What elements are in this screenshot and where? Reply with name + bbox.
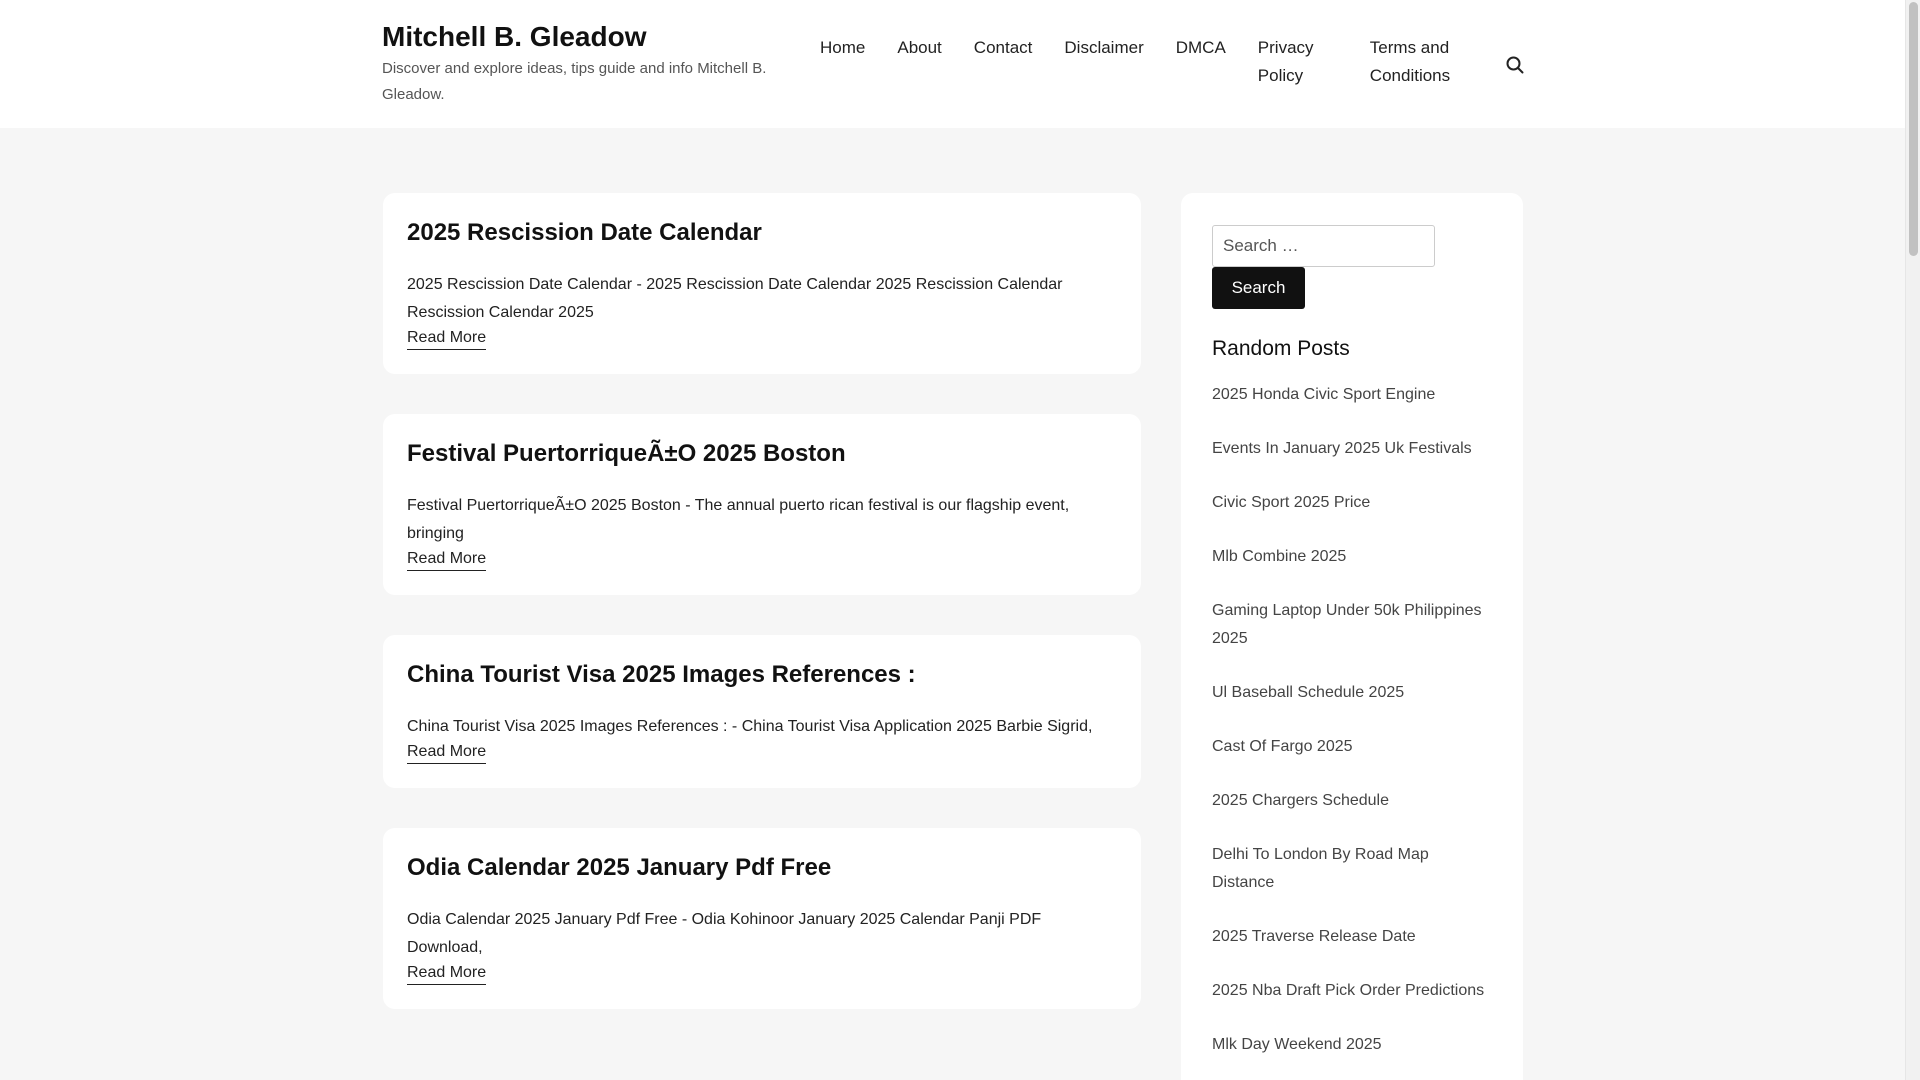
- post-card: China Tourist Visa 2025 Images Reference…: [383, 635, 1141, 788]
- nav-disclaimer[interactable]: Disclaimer: [1064, 34, 1143, 90]
- list-item: Gaming Laptop Under 50k Philippines 2025: [1212, 597, 1492, 653]
- random-post-link[interactable]: Ul Baseball Schedule 2025: [1212, 684, 1404, 701]
- random-post-link[interactable]: 2025 Traverse Release Date: [1212, 928, 1416, 945]
- read-more-link[interactable]: Read More: [407, 548, 487, 571]
- list-item: 2025 Nba Draft Pick Order Predictions: [1212, 977, 1492, 1005]
- post-excerpt: Odia Calendar 2025 January Pdf Free - Od…: [407, 911, 1042, 956]
- random-post-link[interactable]: 2025 Nba Draft Pick Order Predictions: [1212, 982, 1484, 999]
- list-item: 2025 Traverse Release Date: [1212, 923, 1492, 951]
- nav-contact[interactable]: Contact: [974, 34, 1033, 90]
- post-excerpt: China Tourist Visa 2025 Images Reference…: [407, 718, 1093, 735]
- scrollbar[interactable]: [1905, 0, 1920, 1080]
- post-title[interactable]: China Tourist Visa 2025 Images Reference…: [407, 659, 1117, 691]
- nav-privacy-policy[interactable]: Privacy Policy: [1258, 34, 1338, 90]
- random-posts-list: 2025 Honda Civic Sport Engine Events In …: [1212, 381, 1492, 1059]
- nav-terms-and-conditions[interactable]: Terms and Conditions: [1370, 34, 1480, 90]
- search-form: Search: [1212, 225, 1492, 309]
- random-post-link[interactable]: 2025 Chargers Schedule: [1212, 792, 1389, 809]
- random-post-link[interactable]: Events In January 2025 Uk Festivals: [1212, 440, 1472, 457]
- site-title[interactable]: Mitchell B. Gleadow: [382, 18, 782, 56]
- random-post-link[interactable]: Cast Of Fargo 2025: [1212, 738, 1353, 755]
- list-item: Delhi To London By Road Map Distance: [1212, 841, 1492, 897]
- search-button[interactable]: Search: [1212, 267, 1305, 309]
- nav-home[interactable]: Home: [820, 34, 865, 90]
- branding: Mitchell B. Gleadow Discover and explore…: [382, 18, 782, 108]
- main-nav: Home About Contact Disclaimer DMCA Priva…: [820, 34, 1512, 90]
- post-card: Odia Calendar 2025 January Pdf Free Odia…: [383, 828, 1141, 1009]
- nav-about[interactable]: About: [897, 34, 941, 90]
- post-card: Festival PuertorriqueÃ±O 2025 Boston Fes…: [383, 414, 1141, 595]
- site-header: Mitchell B. Gleadow Discover and explore…: [0, 0, 1905, 128]
- random-post-link[interactable]: Civic Sport 2025 Price: [1212, 494, 1370, 511]
- read-more-link[interactable]: Read More: [407, 741, 487, 764]
- list-item: Mlb Combine 2025: [1212, 543, 1492, 571]
- list-item: Civic Sport 2025 Price: [1212, 489, 1492, 517]
- random-post-link[interactable]: 2025 Honda Civic Sport Engine: [1212, 386, 1435, 403]
- post-card: 2025 Rescission Date Calendar 2025 Resci…: [383, 193, 1141, 374]
- random-post-link[interactable]: Mlk Day Weekend 2025: [1212, 1036, 1382, 1053]
- list-item: 2025 Chargers Schedule: [1212, 787, 1492, 815]
- scrollbar-thumb[interactable]: [1909, 2, 1918, 256]
- random-post-link[interactable]: Delhi To London By Road Map Distance: [1212, 846, 1429, 891]
- list-item: Ul Baseball Schedule 2025: [1212, 679, 1492, 707]
- random-posts-title: Random Posts: [1212, 337, 1350, 360]
- list-item: Mlk Day Weekend 2025: [1212, 1031, 1492, 1059]
- read-more-link[interactable]: Read More: [407, 327, 487, 350]
- post-title[interactable]: Odia Calendar 2025 January Pdf Free: [407, 852, 1117, 884]
- list-item: Cast Of Fargo 2025: [1212, 733, 1492, 761]
- post-excerpt: 2025 Rescission Date Calendar - 2025 Res…: [407, 276, 1063, 321]
- post-excerpt: Festival PuertorriqueÃ±O 2025 Boston - T…: [407, 497, 1070, 542]
- sidebar: Search Random Posts 2025 Honda Civic Spo…: [1181, 193, 1523, 1080]
- search-icon[interactable]: [1504, 54, 1526, 76]
- post-list: 2025 Rescission Date Calendar 2025 Resci…: [383, 193, 1141, 1049]
- random-post-link[interactable]: Mlb Combine 2025: [1212, 548, 1346, 565]
- read-more-link[interactable]: Read More: [407, 962, 487, 985]
- list-item: Events In January 2025 Uk Festivals: [1212, 435, 1492, 463]
- post-title[interactable]: 2025 Rescission Date Calendar: [407, 217, 1117, 249]
- nav-dmca[interactable]: DMCA: [1176, 34, 1226, 90]
- post-title[interactable]: Festival PuertorriqueÃ±O 2025 Boston: [407, 438, 1117, 470]
- random-post-link[interactable]: Gaming Laptop Under 50k Philippines 2025: [1212, 602, 1482, 647]
- list-item: 2025 Honda Civic Sport Engine: [1212, 381, 1492, 409]
- search-input[interactable]: [1212, 225, 1435, 267]
- site-description: Discover and explore ideas, tips guide a…: [382, 60, 767, 103]
